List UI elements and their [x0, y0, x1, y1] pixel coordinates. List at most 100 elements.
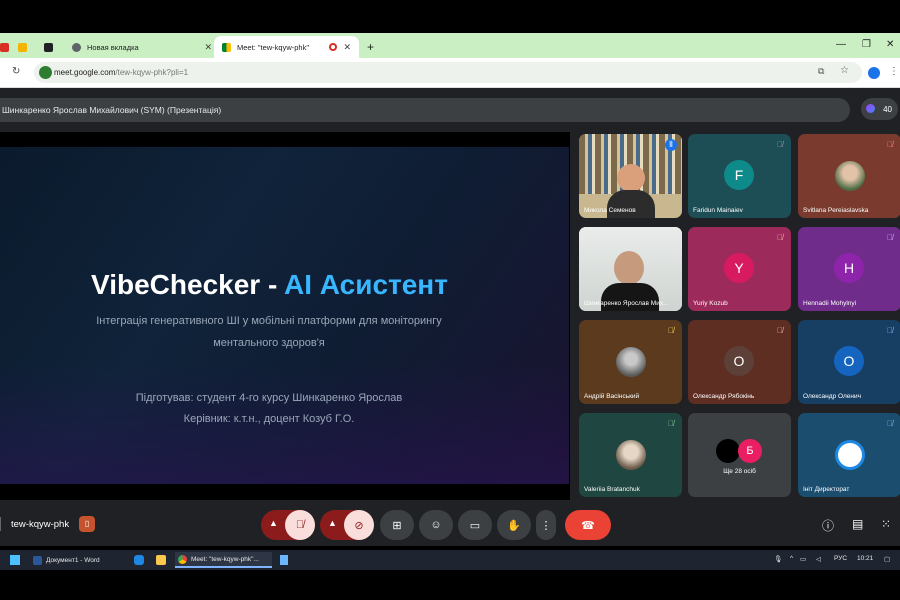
screen: Новая вкладка ✕ Meet: "tew-kqyw-phk" ✕ +…: [0, 0, 900, 600]
globe-icon: [72, 42, 81, 52]
participant-name: Yuriy Kozub: [693, 300, 728, 307]
notification-icon[interactable]: ▢: [884, 555, 890, 563]
activities-icon[interactable]: ⁙: [881, 517, 891, 531]
avatar: О: [834, 346, 864, 376]
participant-name: Valeriia Bratanchuk: [584, 486, 640, 493]
recording-icon: [329, 43, 338, 51]
close-icon[interactable]: ✕: [204, 42, 212, 53]
person-video: [614, 251, 644, 285]
meet-icon: [222, 42, 231, 52]
menu-icon[interactable]: ⋮: [889, 66, 899, 77]
captions-button[interactable]: ▭: [458, 510, 492, 540]
participant-tile[interactable]: 🎙̸ Valeriia Bratanchuk: [579, 413, 682, 497]
mic-control: ▲ 🎙̸: [261, 510, 315, 540]
camera-toggle-button[interactable]: ⊘: [344, 510, 374, 540]
taskbar-item-chrome[interactable]: Meet: "tew-kqyw-phk"...: [175, 552, 272, 568]
mic-off-icon: 🎙̸: [777, 233, 783, 242]
leave-call-button[interactable]: ☎: [565, 510, 611, 540]
present-button[interactable]: ⊞: [380, 510, 414, 540]
more-participants-tile[interactable]: Б Ще 28 осіб: [688, 413, 791, 497]
participant-name: Олександр Рябокінь: [693, 393, 755, 400]
meeting-code-label: tew-kqyw-phk: [11, 518, 70, 530]
avatar: F: [724, 160, 754, 190]
captions-icon: ▭: [469, 519, 481, 532]
mic-off-icon: 🎙̸: [887, 326, 893, 335]
network-icon[interactable]: ▭: [800, 555, 806, 563]
mic-toggle-button[interactable]: 🎙̸: [285, 510, 315, 540]
participant-tile[interactable]: О 🎙̸ Олександр Оленич: [798, 320, 900, 404]
participant-tile[interactable]: 🎙̸ Ініт Директорат: [798, 413, 900, 497]
language-indicator[interactable]: РУС: [834, 555, 847, 562]
volume-icon[interactable]: ◁: [816, 555, 821, 563]
avatar: [835, 161, 865, 191]
participant-tile[interactable]: 🎙̸ Svitlana Pereiaslavska: [798, 134, 900, 218]
info-icon[interactable]: ⓘ: [822, 517, 834, 534]
site-info-icon[interactable]: [39, 66, 52, 79]
participant-tile[interactable]: 🎙̸ Андрій Васінський: [579, 320, 682, 404]
folder-icon[interactable]: [156, 555, 166, 565]
star-icon[interactable]: ☆: [840, 65, 849, 76]
avatar: Y: [724, 253, 754, 283]
more-options-button[interactable]: ⋮: [536, 510, 556, 540]
mic-off-icon: 🎙̸: [887, 419, 893, 428]
profile-avatar[interactable]: [868, 67, 880, 79]
people-icon: [866, 104, 875, 113]
slide-subtitle: Інтеграція генеративного ШІ у мобільні п…: [96, 315, 442, 349]
translate-icon[interactable]: ⧉: [818, 66, 824, 77]
participant-tile[interactable]: Y 🎙̸ Yuriy Kozub: [688, 227, 791, 311]
logo-icon: [835, 440, 865, 470]
address-bar[interactable]: meet.google.com/tew-kqyw-phk?pli=1 ⧉ ☆: [34, 62, 862, 83]
participant-count: 40: [883, 104, 892, 114]
mic-off-icon: 🎙̸: [668, 419, 674, 428]
app-icon[interactable]: [134, 555, 144, 565]
taskbar-item-word[interactable]: Документ1 - Word: [30, 552, 125, 568]
camera-options-chevron-icon[interactable]: ▲: [328, 518, 337, 528]
more-icon: ⋮: [540, 519, 552, 532]
participants-button[interactable]: 40: [861, 98, 898, 120]
tab-pinned-3[interactable]: [44, 36, 59, 58]
taskbar-item-label: Документ1 - Word: [46, 556, 100, 564]
call-controls: tew-kqyw-phk ▯ ▲ 🎙̸ ▲ ⊘ ⊞ ☺ ▭ ✋ ⋮ ☎ ⓘ ▤ …: [0, 500, 900, 546]
avatar: [716, 439, 740, 463]
slide-title: VibeChecker - AI Асистент: [91, 269, 448, 300]
participant-tile[interactable]: F 🎙̸ Faridun Mainaiev: [688, 134, 791, 218]
tab-meet[interactable]: Meet: "tew-kqyw-phk" ✕: [214, 36, 359, 58]
speaking-icon: ⦀: [665, 139, 677, 151]
minimize-icon[interactable]: —: [836, 39, 846, 50]
taskbar: Документ1 - Word Meet: "tew-kqyw-phk"...…: [0, 550, 900, 570]
participant-tile[interactable]: О 🎙̸ Олександр Рябокінь: [688, 320, 791, 404]
participant-name: Шинкаренко Ярослав Мих...: [584, 300, 669, 307]
chevron-up-icon[interactable]: ^: [790, 555, 793, 562]
chat-icon[interactable]: ▤: [852, 517, 863, 531]
activity-badge-icon[interactable]: ▯: [79, 516, 96, 532]
participant-tile[interactable]: H 🎙̸ Hennadii Mohylnyi: [798, 227, 900, 311]
tab-pinned-1[interactable]: [0, 36, 15, 58]
avatar: [616, 440, 646, 470]
participant-name: Микола Семенов: [584, 207, 636, 214]
mic-off-icon: 🎙̸: [887, 140, 893, 149]
reactions-button[interactable]: ☺: [419, 510, 453, 540]
close-window-icon[interactable]: ✕: [886, 39, 894, 50]
maximize-icon[interactable]: ❐: [862, 39, 871, 50]
new-tab-button[interactable]: +: [367, 36, 374, 58]
tab-new-tab[interactable]: Новая вкладка ✕: [72, 36, 212, 58]
participant-tile[interactable]: ⦀ Микола Семенов: [579, 134, 682, 218]
avatar: [616, 347, 646, 377]
hand-icon: ✋: [507, 519, 521, 532]
presenter-label: Шинкаренко Ярослав Михайлович (SYM) (Пре…: [2, 105, 222, 115]
person-video: [617, 164, 645, 192]
address-path: /tew-kqyw-phk?pli=1: [115, 68, 189, 77]
meet-area: Шинкаренко Ярослав Михайлович (SYM) (Пре…: [0, 88, 900, 546]
app-icon[interactable]: [280, 555, 288, 565]
participant-tile[interactable]: Шинкаренко Ярослав Мих...: [579, 227, 682, 311]
drive-tab[interactable]: [18, 36, 33, 58]
raise-hand-button[interactable]: ✋: [497, 510, 531, 540]
participant-name: Олександр Оленич: [803, 393, 861, 400]
start-icon[interactable]: [10, 555, 20, 565]
mic-icon[interactable]: 🎙: [774, 555, 782, 563]
mic-options-chevron-icon[interactable]: ▲: [269, 518, 278, 528]
reload-icon[interactable]: ↻: [12, 66, 20, 77]
close-icon[interactable]: ✕: [343, 42, 351, 53]
clock[interactable]: 10:21: [857, 555, 873, 562]
slide-authors: Підготував: студент 4-го курсу Шинкаренк…: [135, 392, 403, 425]
